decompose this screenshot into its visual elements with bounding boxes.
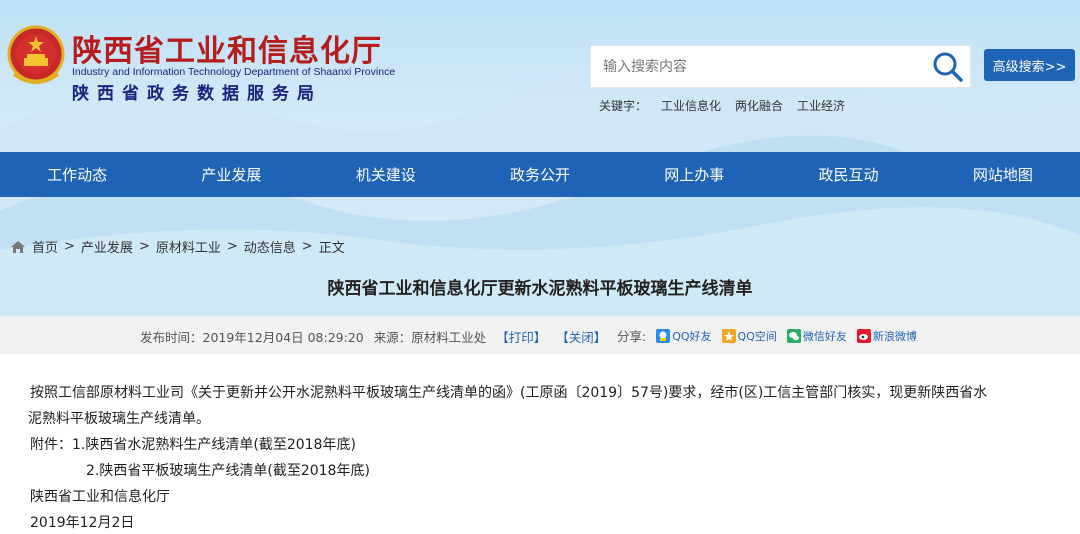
publish-time: 发布时间：2019年12月04日 08:29:20 bbox=[140, 330, 364, 345]
qzone-icon bbox=[721, 328, 736, 343]
breadcrumb-separator: > bbox=[226, 239, 238, 254]
breadcrumb-separator: > bbox=[64, 239, 75, 254]
share-qzone[interactable]: QQ空间 bbox=[721, 328, 777, 344]
breadcrumb-home[interactable]: 首页 bbox=[32, 237, 58, 256]
signature-date: 2019年12月2日 bbox=[30, 515, 135, 531]
body-line-1: 按照工信部原材料工业司《关于更新并公开水泥熟料平板玻璃生产线清单的函》(工原函〔… bbox=[30, 385, 988, 401]
share-qzone-label: QQ空间 bbox=[737, 329, 777, 343]
search-box bbox=[590, 45, 971, 88]
keyword-link[interactable]: 工业信息化 bbox=[661, 97, 721, 114]
share-label: 分享: bbox=[617, 329, 647, 344]
site-title-english: Industry and Information Technology Depa… bbox=[72, 66, 396, 78]
breadcrumb-separator: > bbox=[138, 239, 150, 254]
article-meta-bar: 发布时间：2019年12月04日 08:29:20 来源：原材料工业处 【打印】… bbox=[0, 316, 1080, 354]
site-subtitle: 陕西省政务数据服务局 bbox=[72, 84, 322, 104]
share-qq-friend-label: QQ好友 bbox=[672, 329, 712, 343]
share-wechat[interactable]: 微信好友 bbox=[786, 328, 847, 344]
nav-item-government-affairs[interactable]: 政务公开 bbox=[464, 164, 616, 185]
national-emblem-icon bbox=[7, 25, 65, 84]
body-line-2: 泥熟料平板玻璃生产线清单。 bbox=[28, 411, 210, 427]
weibo-icon bbox=[856, 328, 871, 343]
attachment-2: 2.陕西省平板玻璃生产线清单(截至2018年底) bbox=[86, 463, 370, 479]
share-weibo[interactable]: 新浪微博 bbox=[856, 328, 917, 344]
main-nav: 工作动态 产业发展 机关建设 政务公开 网上办事 政民互动 网站地图 bbox=[0, 152, 1080, 197]
nav-item-work-news[interactable]: 工作动态 bbox=[1, 164, 153, 185]
signature: 陕西省工业和信息化厅 bbox=[30, 489, 170, 505]
article-title: 陕西省工业和信息化厅更新水泥熟料平板玻璃生产线清单 bbox=[327, 279, 753, 299]
nav-item-online-services[interactable]: 网上办事 bbox=[618, 164, 770, 185]
share-wechat-label: 微信好友 bbox=[802, 329, 847, 343]
attachment-1: 附件：1.陕西省水泥熟料生产线清单(截至2018年底) bbox=[30, 437, 356, 453]
qq-icon bbox=[656, 328, 671, 343]
wechat-icon bbox=[786, 328, 801, 343]
breadcrumb-current: 正文 bbox=[318, 241, 345, 256]
keywords-bar: 关键字： 工业信息化 两化融合 工业经济 bbox=[599, 97, 845, 114]
keywords-label: 关键字： bbox=[599, 99, 648, 113]
breadcrumb-separator: > bbox=[301, 239, 313, 254]
breadcrumb-industry[interactable]: 产业发展 bbox=[81, 237, 133, 256]
search-input[interactable] bbox=[591, 46, 921, 87]
home-icon bbox=[11, 240, 25, 253]
breadcrumb: 首页 > 产业发展 > 原材料工业 > 动态信息 > 正文 bbox=[10, 237, 345, 256]
nav-item-public-interaction[interactable]: 政民互动 bbox=[773, 164, 925, 185]
advanced-search-button[interactable]: 高级搜索>> bbox=[984, 49, 1075, 81]
article-body: 按照工信部原材料工业司《关于更新并公开水泥熟料平板玻璃生产线清单的函》(工原函〔… bbox=[28, 380, 1070, 534]
close-link[interactable]: 【关闭】 bbox=[556, 327, 606, 346]
article-source: 来源：原材料工业处 bbox=[373, 330, 487, 345]
breadcrumb-raw-materials[interactable]: 原材料工业 bbox=[156, 237, 221, 256]
share-weibo-label: 新浪微博 bbox=[872, 329, 917, 343]
nav-item-industry[interactable]: 产业发展 bbox=[155, 164, 307, 185]
nav-item-organization[interactable]: 机关建设 bbox=[310, 164, 462, 185]
keyword-link[interactable]: 工业经济 bbox=[797, 97, 845, 114]
share-qq-friend[interactable]: QQ好友 bbox=[656, 328, 712, 344]
keyword-link[interactable]: 两化融合 bbox=[735, 97, 783, 114]
breadcrumb-news[interactable]: 动态信息 bbox=[244, 237, 296, 256]
nav-item-sitemap[interactable]: 网站地图 bbox=[927, 164, 1079, 185]
share-bar: 分享: QQ好友 QQ空间 微信好友 新浪微博 bbox=[617, 326, 917, 345]
search-icon[interactable] bbox=[932, 51, 964, 83]
print-link[interactable]: 【打印】 bbox=[496, 327, 546, 346]
site-title: 陕西省工业和信息化厅 bbox=[72, 34, 382, 69]
